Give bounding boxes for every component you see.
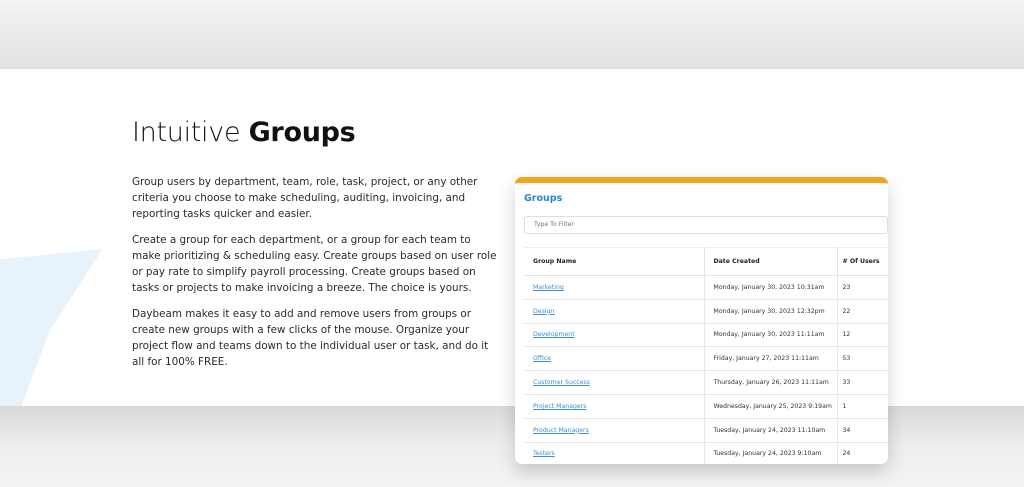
group-link[interactable]: Design — [533, 308, 554, 315]
group-link[interactable]: Testers — [533, 450, 555, 457]
users-cell: 22 — [837, 299, 888, 324]
date-cell: Wednesday, January 25, 2023 9:19am — [704, 394, 838, 419]
description: Group users by department, team, role, t… — [132, 174, 497, 380]
paragraph: Daybeam makes it easy to add and remove … — [132, 308, 489, 368]
users-cell: 24 — [837, 442, 888, 464]
groups-panel: Groups Type To Filter Group Name Date Cr… — [515, 177, 888, 464]
paragraph: Create a group for each department, or a… — [132, 234, 497, 294]
group-link[interactable]: Customer Success — [533, 379, 590, 386]
group-link[interactable]: Development — [533, 331, 575, 338]
group-name-cell: Development — [524, 323, 705, 348]
group-link[interactable]: Product Managers — [533, 427, 589, 434]
group-name-cell: Project Managers — [524, 394, 705, 419]
groups-table: Group Name Date Created # Of Users Marke… — [524, 247, 888, 464]
date-cell: Thursday, January 26, 2023 11:11am — [704, 370, 838, 395]
users-cell: 23 — [837, 275, 888, 300]
date-cell: Monday, January 30, 2023 11:11am — [704, 323, 838, 348]
date-cell: Monday, January 30, 2023 12:32pm — [704, 299, 838, 324]
section-heading: Intuitive Groups — [132, 117, 356, 148]
paragraph: Group users by department, team, role, t… — [132, 176, 478, 220]
group-name-cell: Office — [524, 346, 705, 372]
date-cell: Tuesday, January 24, 2023 11:10am — [704, 418, 838, 443]
group-name-cell: Testers — [524, 442, 705, 464]
group-name-cell: Design — [524, 299, 705, 324]
table-row: Project Managers Wednesday, January 25, … — [524, 394, 888, 419]
users-cell: 1 — [837, 394, 888, 419]
group-link[interactable]: Office — [533, 355, 551, 362]
table-row: Development Monday, January 30, 2023 11:… — [524, 323, 888, 348]
filter-input[interactable]: Type To Filter — [524, 216, 888, 234]
column-header-group-name[interactable]: Group Name — [524, 247, 705, 276]
table-row: Product Managers Tuesday, January 24, 20… — [524, 418, 888, 443]
group-link[interactable]: Project Managers — [533, 403, 586, 410]
users-cell: 12 — [837, 323, 888, 348]
users-cell: 53 — [837, 346, 888, 372]
table-row: Marketing Monday, January 30, 2023 10:31… — [524, 275, 888, 300]
date-cell: Monday, January 30, 2023 10:31am — [704, 275, 838, 300]
top-band — [0, 0, 1024, 69]
users-cell: 33 — [837, 370, 888, 395]
date-cell: Friday, January 27, 2023 11:11am — [704, 346, 838, 372]
table-header-row: Group Name Date Created # Of Users — [524, 247, 888, 276]
table-row: Testers Tuesday, January 24, 2023 9:10am… — [524, 442, 888, 464]
group-name-cell: Marketing — [524, 275, 705, 300]
group-name-cell: Product Managers — [524, 418, 705, 443]
group-link[interactable]: Marketing — [533, 284, 564, 291]
table-row: Office Friday, January 27, 2023 11:11am … — [524, 346, 888, 372]
date-cell: Tuesday, January 24, 2023 9:10am — [704, 442, 838, 464]
heading-bold: Groups — [248, 117, 356, 148]
column-header-date-created[interactable]: Date Created — [704, 247, 838, 276]
table-row: Design Monday, January 30, 2023 12:32pm … — [524, 299, 888, 324]
users-cell: 34 — [837, 418, 888, 443]
table-row: Customer Success Thursday, January 26, 2… — [524, 370, 888, 395]
heading-light: Intuitive — [132, 117, 241, 148]
panel-title: Groups — [524, 193, 563, 204]
decorative-shape — [0, 249, 103, 406]
column-header-users[interactable]: # Of Users — [837, 247, 888, 276]
group-name-cell: Customer Success — [524, 370, 705, 395]
